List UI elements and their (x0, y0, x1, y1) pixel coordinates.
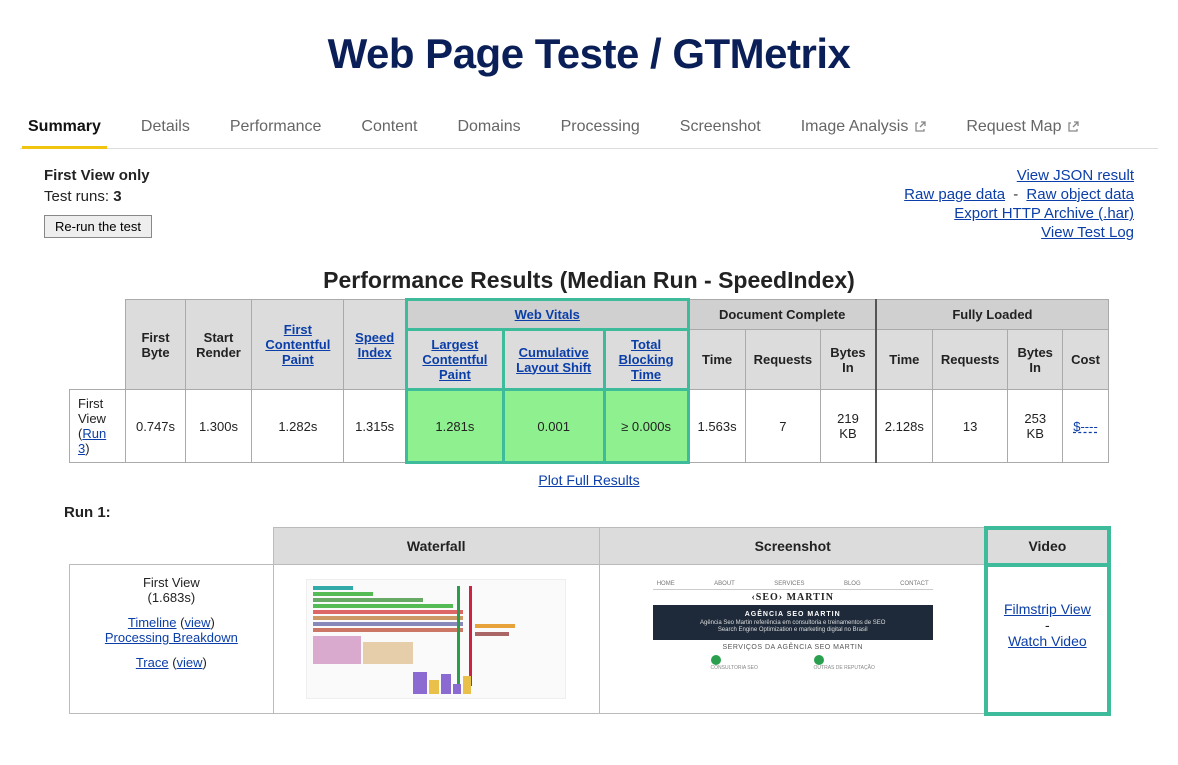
test-runs-count: 3 (113, 188, 121, 205)
rerun-test-button[interactable]: Re-run the test (44, 215, 152, 238)
col-fl-bytes: Bytes In (1008, 330, 1063, 390)
doc-complete-group: Document Complete (688, 300, 876, 330)
view-test-log-link[interactable]: View Test Log (1041, 224, 1134, 241)
col-tbt-link[interactable]: Total Blocking Time (619, 337, 674, 382)
cell-start-render: 1.300s (185, 390, 252, 463)
col-fl-requests: Requests (932, 330, 1008, 390)
tab-label: Request Map (966, 118, 1061, 136)
tab-label: Screenshot (680, 118, 761, 136)
tab-label: Details (141, 118, 190, 136)
col-cls-link[interactable]: Cumulative Layout Shift (516, 345, 591, 375)
cell-tbt: ≥ 0.000s (604, 390, 688, 463)
tab-content[interactable]: Content (355, 108, 423, 148)
cell-dc-time: 1.563s (688, 390, 745, 463)
cell-lcp: 1.281s (406, 390, 503, 463)
performance-results-table: First Byte Start Render First Contentful… (69, 298, 1109, 464)
cell-fl-bytes: 253 KB (1008, 390, 1063, 463)
tab-performance[interactable]: Performance (224, 108, 328, 148)
test-runs-label: Test runs: (44, 188, 113, 205)
firstview-time: (1.683s) (78, 590, 265, 605)
col-start-render: Start Render (185, 300, 252, 390)
timeline-view-link[interactable]: view (184, 615, 210, 630)
tab-screenshot[interactable]: Screenshot (674, 108, 767, 148)
col-dc-time: Time (688, 330, 745, 390)
fully-loaded-group: Fully Loaded (876, 300, 1109, 330)
col-dc-bytes: Bytes In (821, 330, 876, 390)
page-title: Web Page Teste / GTMetrix (20, 30, 1158, 78)
screenshot-thumbnail[interactable]: HOMEABOUTSERVICESBLOGCONTACT ‹SEO› MARTI… (653, 579, 933, 677)
separator: - (1009, 186, 1022, 203)
result-links: View JSON result Raw page data - Raw obj… (904, 167, 1134, 243)
screenshot-service-1: CONSULTORIA SEO (711, 665, 758, 671)
col-screenshot: Screenshot (599, 528, 986, 565)
tab-processing[interactable]: Processing (555, 108, 646, 148)
row-label: First View (Run 3) (70, 390, 126, 463)
run1-table: Waterfall Screenshot Video First View (1… (69, 527, 1109, 714)
col-waterfall: Waterfall (273, 528, 599, 565)
tab-image-analysis[interactable]: Image Analysis (795, 108, 933, 148)
screenshot-services-title: SERVIÇOS DA AGÊNCIA SEO MARTIN (653, 644, 933, 651)
col-dc-requests: Requests (745, 330, 821, 390)
tab-summary[interactable]: Summary (22, 108, 107, 148)
dot-icon (711, 655, 721, 665)
tab-label: Content (361, 118, 417, 136)
trace-view-link[interactable]: view (177, 655, 203, 670)
run3-link[interactable]: Run 3 (78, 426, 106, 456)
timeline-link[interactable]: Timeline (128, 615, 177, 630)
paren: ) (211, 615, 215, 630)
tab-details[interactable]: Details (135, 108, 196, 148)
tab-label: Image Analysis (801, 118, 909, 136)
col-cost: Cost (1063, 330, 1109, 390)
first-view-only-label: First View only (44, 167, 152, 184)
col-first-byte: First Byte (126, 300, 185, 390)
separator: - (995, 617, 1100, 633)
cell-cls: 0.001 (503, 390, 604, 463)
waterfall-thumbnail[interactable] (306, 579, 566, 699)
tab-label: Performance (230, 118, 322, 136)
tab-request-map[interactable]: Request Map (960, 108, 1085, 148)
tab-label: Summary (28, 118, 101, 136)
web-vitals-group-link[interactable]: Web Vitals (515, 307, 580, 322)
trace-link[interactable]: Trace (136, 655, 169, 670)
view-json-link[interactable]: View JSON result (1017, 167, 1134, 184)
filmstrip-view-link[interactable]: Filmstrip View (1004, 601, 1091, 617)
export-har-link[interactable]: Export HTTP Archive (.har) (954, 205, 1134, 222)
col-speed-index-link[interactable]: Speed Index (355, 330, 394, 360)
row-label-suffix: ) (85, 441, 89, 456)
col-video: Video (986, 528, 1108, 565)
screenshot-hero-title: AGÊNCIA SEO MARTIN (657, 611, 929, 618)
cell-fcp: 1.282s (252, 390, 344, 463)
col-fcp-link[interactable]: First Contentful Paint (265, 322, 330, 367)
raw-page-data-link[interactable]: Raw page data (904, 186, 1005, 203)
cell-fl-time: 2.128s (876, 390, 933, 463)
cell-cost-link[interactable]: $---- (1073, 419, 1098, 434)
perf-results-title: Performance Results (Median Run - SpeedI… (20, 267, 1158, 294)
tab-label: Processing (561, 118, 640, 136)
test-runs: Test runs: 3 (44, 188, 152, 205)
cell-first-byte: 0.747s (126, 390, 185, 463)
cell-speed-index: 1.315s (344, 390, 407, 463)
tab-label: Domains (457, 118, 520, 136)
col-fl-time: Time (876, 330, 933, 390)
dot-icon (814, 655, 824, 665)
nav-tabs: Summary Details Performance Content Doma… (20, 108, 1158, 149)
external-link-icon (1067, 121, 1079, 133)
screenshot-logo: ‹SEO› MARTIN (653, 590, 933, 605)
run1-label: Run 1: (64, 504, 1158, 521)
tab-domains[interactable]: Domains (451, 108, 526, 148)
cell-dc-bytes: 219 KB (821, 390, 876, 463)
paren: ) (203, 655, 207, 670)
screenshot-service-2: OUTRAS DE REPUTAÇÃO (814, 665, 875, 671)
cell-dc-requests: 7 (745, 390, 821, 463)
plot-full-results-link[interactable]: Plot Full Results (538, 472, 639, 488)
external-link-icon (914, 121, 926, 133)
processing-breakdown-link[interactable]: Processing Breakdown (105, 630, 238, 645)
run1-firstview-cell: First View (1.683s) Timeline (view) Proc… (70, 565, 274, 714)
col-lcp-link[interactable]: Largest Contentful Paint (422, 337, 487, 382)
raw-object-data-link[interactable]: Raw object data (1026, 186, 1134, 203)
cell-fl-requests: 13 (932, 390, 1008, 463)
firstview-label: First View (78, 575, 265, 590)
watch-video-link[interactable]: Watch Video (1008, 633, 1087, 649)
